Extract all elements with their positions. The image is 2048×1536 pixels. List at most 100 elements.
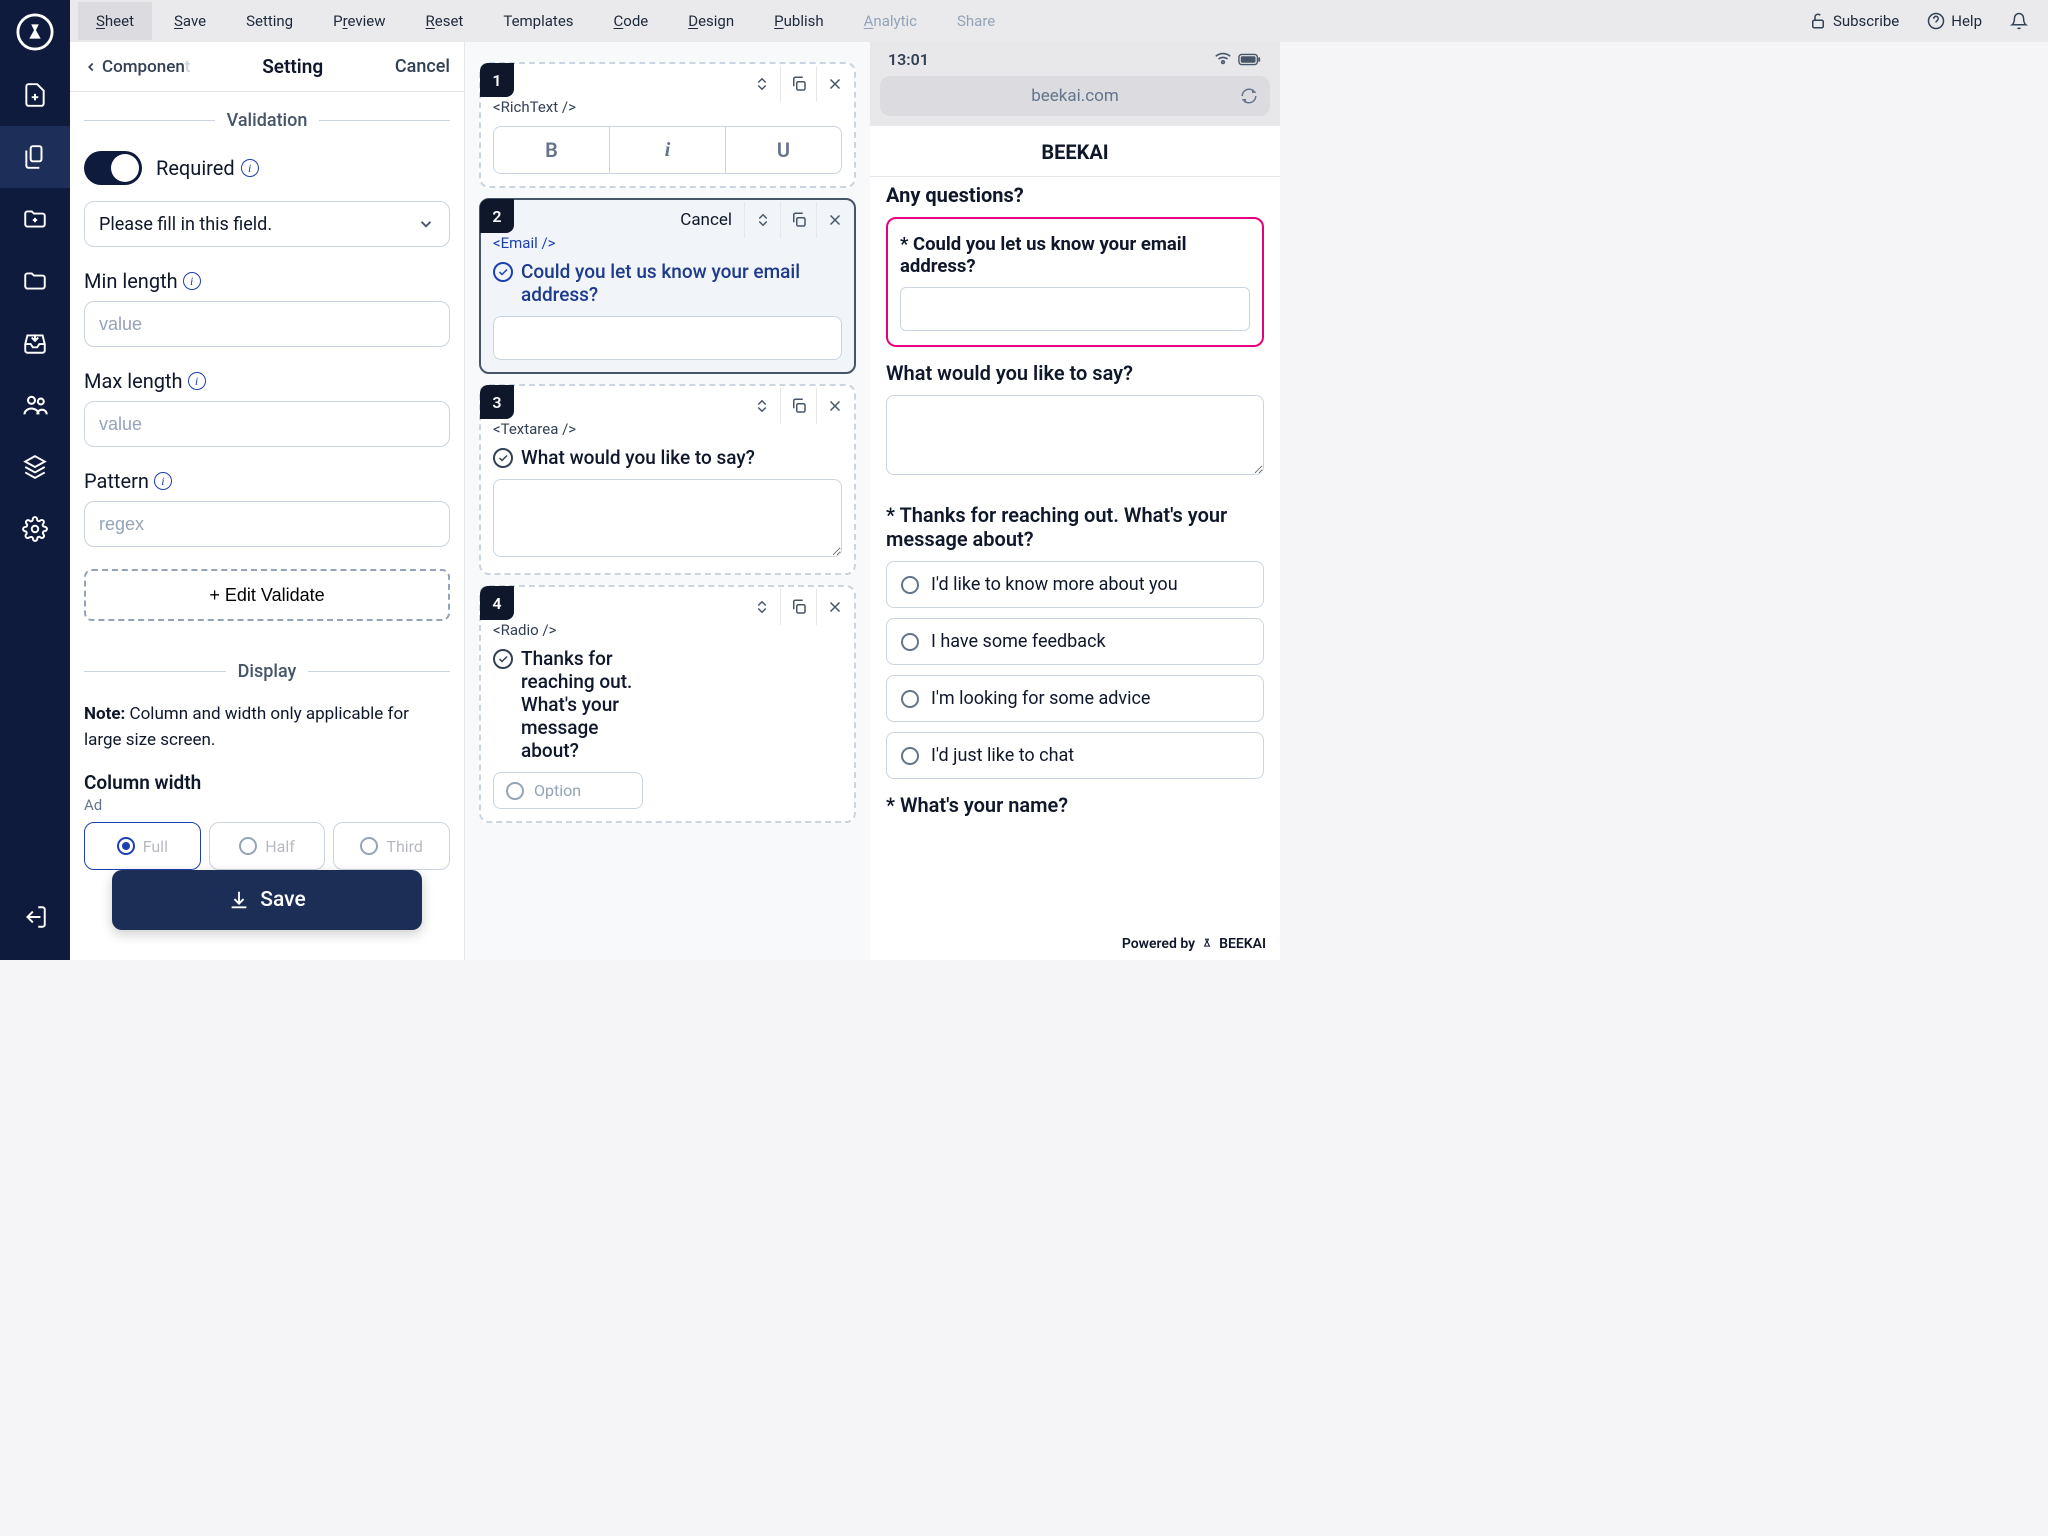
- preview-textarea[interactable]: [886, 395, 1264, 475]
- notifications-button[interactable]: [1998, 4, 2040, 38]
- preview-radio-option[interactable]: I'd just like to chat: [886, 732, 1264, 779]
- preview-pane: 13:01 beekai.com BEEKAI Any questions? *…: [870, 0, 1280, 960]
- nav-settings[interactable]: [0, 498, 70, 560]
- chevron-down-icon: [417, 215, 435, 233]
- display-note: Note: Column and width only applicable f…: [70, 702, 464, 753]
- menu-templates[interactable]: Templates: [485, 2, 591, 40]
- required-check-icon: [493, 649, 513, 669]
- italic-button[interactable]: i: [609, 127, 725, 173]
- component-email[interactable]: 2 Cancel <Email /> Could you let us know…: [479, 198, 856, 374]
- form-canvas: 1 <RichText /> B i U 2 Cancel <Email /: [465, 0, 870, 960]
- preview-email-input[interactable]: [900, 287, 1250, 331]
- move-icon[interactable]: [744, 388, 780, 424]
- menu-reset[interactable]: Reset: [408, 2, 482, 40]
- card-cancel[interactable]: Cancel: [668, 202, 744, 238]
- nav-folder[interactable]: [0, 250, 70, 312]
- help-icon: [1927, 12, 1945, 30]
- reload-icon[interactable]: [1240, 87, 1258, 105]
- nav-new-file[interactable]: [0, 64, 70, 126]
- width-third-radio[interactable]: Third: [333, 822, 450, 870]
- cancel-button[interactable]: Cancel: [395, 56, 450, 77]
- logo: [0, 0, 70, 64]
- preview-brand: BEEKAI: [886, 140, 1264, 176]
- info-icon[interactable]: i: [183, 272, 201, 290]
- beekai-logo-icon: [1200, 937, 1214, 951]
- pattern-input[interactable]: [84, 501, 450, 547]
- textarea-preview[interactable]: [493, 479, 842, 557]
- top-menubar: Sheet Save Setting Preview Reset Templat…: [70, 0, 2048, 42]
- copy-icon[interactable]: [780, 202, 816, 238]
- status-time: 13:01: [888, 50, 929, 69]
- width-half-radio[interactable]: Half: [209, 822, 326, 870]
- email-preview-input[interactable]: [493, 316, 842, 360]
- info-icon[interactable]: i: [188, 372, 206, 390]
- width-full-radio[interactable]: Full: [84, 822, 201, 870]
- move-icon[interactable]: [744, 202, 780, 238]
- menu-analytic[interactable]: Analytic: [846, 2, 935, 40]
- close-icon[interactable]: [816, 388, 852, 424]
- move-icon[interactable]: [744, 589, 780, 625]
- move-icon[interactable]: [744, 66, 780, 102]
- nav-new-folder[interactable]: [0, 188, 70, 250]
- underline-button[interactable]: U: [725, 127, 841, 173]
- settings-panel: Component Setting Cancel Validation Requ…: [70, 0, 465, 960]
- component-textarea[interactable]: 3 <Textarea /> What would you like to sa…: [479, 384, 856, 575]
- menu-publish[interactable]: Publish: [756, 2, 841, 40]
- back-button[interactable]: Component: [84, 57, 190, 77]
- unlock-icon: [1809, 12, 1827, 30]
- nav-clipboard[interactable]: [0, 126, 70, 188]
- menu-code[interactable]: Code: [596, 2, 667, 40]
- display-section: Display: [84, 661, 450, 682]
- copy-icon[interactable]: [780, 388, 816, 424]
- preview-email-field: * Could you let us know your email addre…: [886, 217, 1264, 347]
- required-message-select[interactable]: Please fill in this field.: [84, 201, 450, 247]
- close-icon[interactable]: [816, 202, 852, 238]
- menu-preview[interactable]: Preview: [315, 2, 403, 40]
- help-button[interactable]: Help: [1915, 4, 1994, 38]
- close-icon[interactable]: [816, 66, 852, 102]
- nav-layers[interactable]: [0, 436, 70, 498]
- preview-radio-option[interactable]: I'm looking for some advice: [886, 675, 1264, 722]
- min-length-input[interactable]: [84, 301, 450, 347]
- copy-icon[interactable]: [780, 589, 816, 625]
- panel-title: Setting: [190, 55, 394, 78]
- address-bar[interactable]: beekai.com: [880, 76, 1270, 116]
- menu-save[interactable]: Save: [156, 2, 224, 40]
- nav-users[interactable]: [0, 374, 70, 436]
- bold-button[interactable]: B: [494, 127, 609, 173]
- left-sidebar: [0, 0, 70, 960]
- nav-inbox[interactable]: [0, 312, 70, 374]
- nav-logout[interactable]: [0, 886, 70, 948]
- info-icon[interactable]: i: [241, 159, 259, 177]
- required-check-icon: [493, 262, 513, 282]
- copy-icon[interactable]: [780, 66, 816, 102]
- radio-option-preview[interactable]: Option: [493, 772, 643, 809]
- close-icon[interactable]: [816, 589, 852, 625]
- required-check-icon: [493, 448, 513, 468]
- download-icon: [228, 889, 250, 911]
- component-richtext[interactable]: 1 <RichText /> B i U: [479, 62, 856, 188]
- info-icon[interactable]: i: [154, 472, 172, 490]
- subscribe-button[interactable]: Subscribe: [1797, 4, 1911, 38]
- pattern-label: Patterni: [84, 469, 450, 493]
- max-length-label: Max lengthi: [84, 369, 450, 393]
- required-toggle[interactable]: [84, 151, 142, 185]
- preview-radio-option[interactable]: I have some feedback: [886, 618, 1264, 665]
- wifi-icon: [1214, 52, 1232, 66]
- menu-setting[interactable]: Setting: [228, 2, 311, 40]
- battery-icon: [1238, 53, 1262, 66]
- column-width-label: Column width: [84, 771, 450, 794]
- component-radio[interactable]: 4 <Radio /> Thanks for reaching out. Wha…: [479, 585, 856, 823]
- preview-radio-option[interactable]: I'd like to know more about you: [886, 561, 1264, 608]
- edit-validate-button[interactable]: + Edit Validate: [84, 569, 450, 621]
- save-button[interactable]: Save: [112, 870, 422, 930]
- required-label: Required i: [156, 156, 259, 180]
- max-length-input[interactable]: [84, 401, 450, 447]
- validation-section: Validation: [84, 110, 450, 131]
- menu-design[interactable]: Design: [670, 2, 752, 40]
- powered-by: Powered by BEEKAI: [1122, 936, 1266, 952]
- menu-share[interactable]: Share: [939, 2, 1013, 40]
- bell-icon: [2010, 12, 2028, 30]
- menu-sheet[interactable]: Sheet: [78, 2, 152, 40]
- min-length-label: Min lengthi: [84, 269, 450, 293]
